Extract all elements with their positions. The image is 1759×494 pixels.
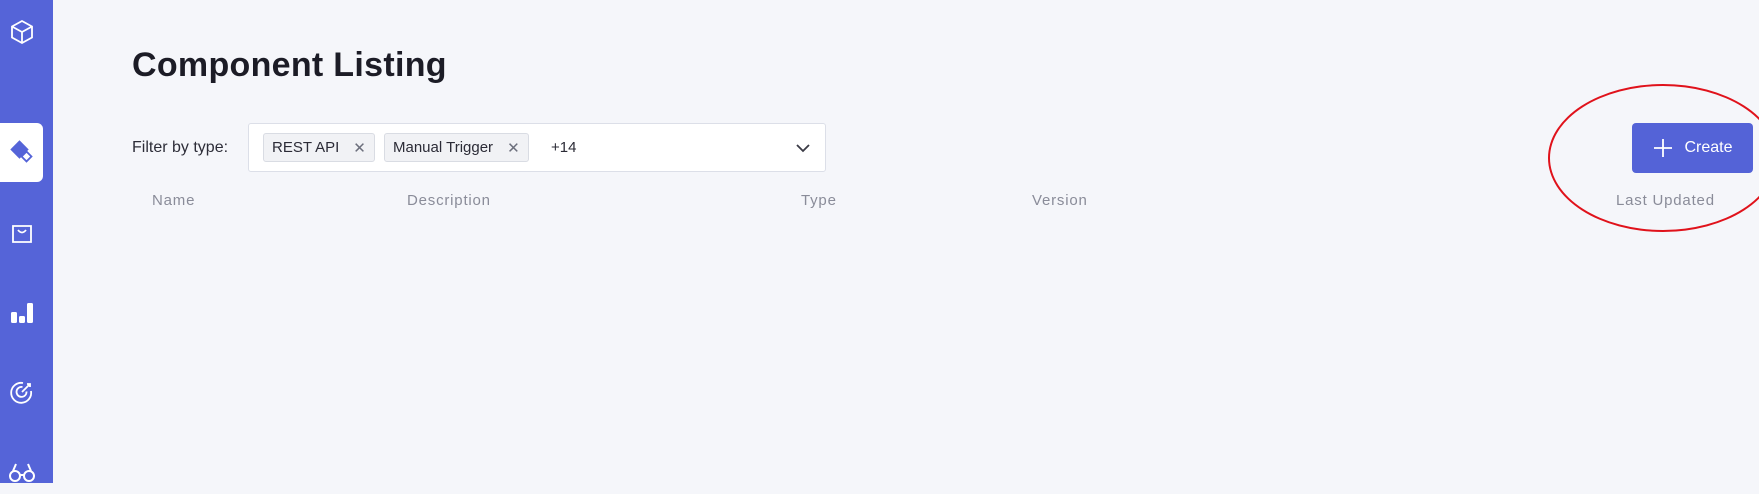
shopping-bag-icon[interactable]	[0, 210, 44, 254]
more-selected-count: +14	[551, 139, 577, 156]
page-title: Component Listing	[132, 46, 447, 84]
column-header-name[interactable]: Name	[152, 192, 195, 209]
components-icon[interactable]	[0, 130, 44, 174]
column-header-type[interactable]: Type	[801, 192, 837, 209]
filter-chip-manual-trigger: Manual Trigger ✕	[384, 133, 529, 162]
chevron-down-icon[interactable]	[795, 140, 811, 156]
filter-chip-label: REST API	[272, 139, 340, 156]
remove-chip-icon[interactable]: ✕	[507, 139, 520, 157]
target-icon[interactable]	[0, 370, 44, 414]
plus-icon	[1654, 139, 1673, 157]
column-header-description[interactable]: Description	[407, 192, 491, 209]
remove-chip-icon[interactable]: ✕	[353, 139, 366, 157]
sidebar	[0, 0, 53, 483]
create-button[interactable]: Create	[1632, 123, 1753, 173]
filter-label: Filter by type:	[132, 139, 229, 156]
column-header-version[interactable]: Version	[1032, 192, 1088, 209]
column-header-last-updated[interactable]: Last Updated	[1616, 192, 1715, 209]
binoculars-icon[interactable]	[0, 450, 44, 494]
create-button-label: Create	[1684, 139, 1733, 156]
bar-chart-icon[interactable]	[0, 290, 44, 334]
cube-icon[interactable]	[0, 10, 44, 54]
filter-chip-rest-api: REST API ✕	[263, 133, 375, 162]
filter-chip-label: Manual Trigger	[393, 139, 494, 156]
type-filter-select[interactable]: REST API ✕ Manual Trigger ✕ +14	[248, 123, 826, 172]
